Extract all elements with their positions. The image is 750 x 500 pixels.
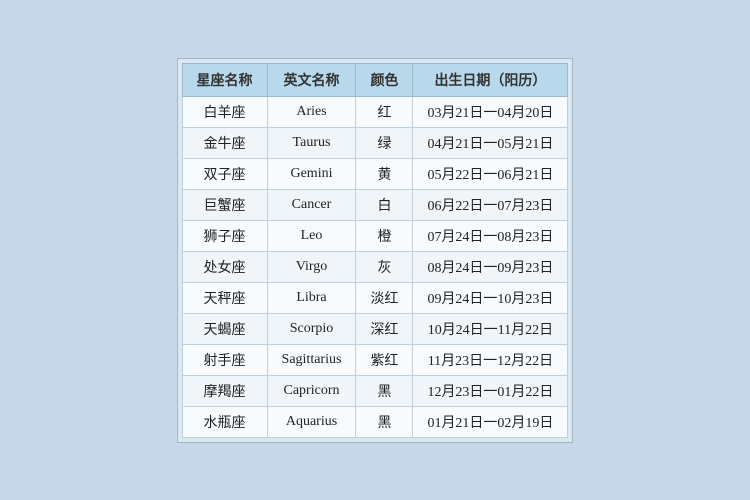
cell-dates: 11月23日一12月22日 (413, 344, 568, 375)
cell-color: 绿 (356, 127, 413, 158)
col-header-chinese: 星座名称 (182, 63, 267, 96)
cell-color: 黑 (356, 406, 413, 437)
cell-chinese: 射手座 (182, 344, 267, 375)
cell-chinese: 白羊座 (182, 96, 267, 127)
cell-english: Leo (267, 220, 356, 251)
col-header-english: 英文名称 (267, 63, 356, 96)
cell-english: Gemini (267, 158, 356, 189)
cell-chinese: 摩羯座 (182, 375, 267, 406)
cell-english: Scorpio (267, 313, 356, 344)
cell-english: Sagittarius (267, 344, 356, 375)
cell-color: 橙 (356, 220, 413, 251)
cell-color: 紫红 (356, 344, 413, 375)
table-row: 巨蟹座Cancer白06月22日一07月23日 (182, 189, 568, 220)
col-header-dates: 出生日期（阳历） (413, 63, 568, 96)
table-row: 天秤座Libra淡红09月24日一10月23日 (182, 282, 568, 313)
zodiac-table-container: 星座名称 英文名称 颜色 出生日期（阳历） 白羊座Aries红03月21日一04… (177, 58, 574, 443)
cell-dates: 04月21日一05月21日 (413, 127, 568, 158)
cell-chinese: 处女座 (182, 251, 267, 282)
cell-english: Aquarius (267, 406, 356, 437)
table-row: 白羊座Aries红03月21日一04月20日 (182, 96, 568, 127)
cell-color: 白 (356, 189, 413, 220)
cell-dates: 05月22日一06月21日 (413, 158, 568, 189)
cell-english: Taurus (267, 127, 356, 158)
cell-color: 黑 (356, 375, 413, 406)
cell-color: 黄 (356, 158, 413, 189)
table-row: 摩羯座Capricorn黑12月23日一01月22日 (182, 375, 568, 406)
cell-dates: 06月22日一07月23日 (413, 189, 568, 220)
table-row: 处女座Virgo灰08月24日一09月23日 (182, 251, 568, 282)
cell-color: 红 (356, 96, 413, 127)
cell-dates: 08月24日一09月23日 (413, 251, 568, 282)
cell-chinese: 双子座 (182, 158, 267, 189)
table-row: 金牛座Taurus绿04月21日一05月21日 (182, 127, 568, 158)
table-row: 双子座Gemini黄05月22日一06月21日 (182, 158, 568, 189)
cell-color: 淡红 (356, 282, 413, 313)
cell-chinese: 狮子座 (182, 220, 267, 251)
table-row: 狮子座Leo橙07月24日一08月23日 (182, 220, 568, 251)
cell-chinese: 巨蟹座 (182, 189, 267, 220)
cell-english: Capricorn (267, 375, 356, 406)
cell-dates: 12月23日一01月22日 (413, 375, 568, 406)
table-row: 天蝎座Scorpio深红10月24日一11月22日 (182, 313, 568, 344)
table-row: 水瓶座Aquarius黑01月21日一02月19日 (182, 406, 568, 437)
cell-dates: 07月24日一08月23日 (413, 220, 568, 251)
table-header-row: 星座名称 英文名称 颜色 出生日期（阳历） (182, 63, 568, 96)
table-row: 射手座Sagittarius紫红11月23日一12月22日 (182, 344, 568, 375)
cell-chinese: 天蝎座 (182, 313, 267, 344)
cell-english: Virgo (267, 251, 356, 282)
cell-chinese: 水瓶座 (182, 406, 267, 437)
col-header-color: 颜色 (356, 63, 413, 96)
cell-english: Libra (267, 282, 356, 313)
cell-color: 灰 (356, 251, 413, 282)
cell-english: Cancer (267, 189, 356, 220)
cell-dates: 10月24日一11月22日 (413, 313, 568, 344)
cell-chinese: 金牛座 (182, 127, 267, 158)
cell-dates: 01月21日一02月19日 (413, 406, 568, 437)
zodiac-table: 星座名称 英文名称 颜色 出生日期（阳历） 白羊座Aries红03月21日一04… (182, 63, 569, 438)
cell-english: Aries (267, 96, 356, 127)
cell-dates: 09月24日一10月23日 (413, 282, 568, 313)
cell-chinese: 天秤座 (182, 282, 267, 313)
cell-color: 深红 (356, 313, 413, 344)
cell-dates: 03月21日一04月20日 (413, 96, 568, 127)
